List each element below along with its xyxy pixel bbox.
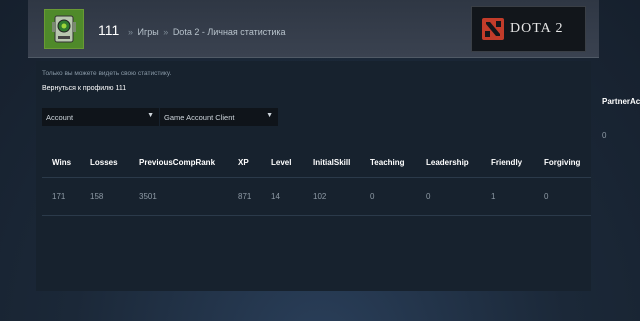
stats-source-value: Game Account Client bbox=[164, 113, 235, 122]
table-cell-partner-ac: 0 bbox=[602, 131, 607, 140]
breadcrumb-game-stats[interactable]: Dota 2 - Личная статистика bbox=[173, 27, 286, 37]
column-header-forgiving: Forgiving bbox=[544, 158, 581, 167]
header-divider bbox=[42, 177, 591, 178]
avatar-robot-icon bbox=[45, 10, 83, 48]
column-header-leadership: Leadership bbox=[426, 158, 469, 167]
chevron-down-icon: ▼ bbox=[147, 112, 154, 119]
profile-name[interactable]: 111 bbox=[98, 22, 119, 38]
breadcrumb-separator: » bbox=[128, 27, 134, 37]
column-header-level: Level bbox=[271, 158, 292, 167]
dota-logo-icon bbox=[482, 18, 504, 40]
avatar[interactable] bbox=[44, 9, 84, 49]
breadcrumb: » Игры » Dota 2 - Личная статистика bbox=[126, 27, 286, 37]
column-header-xp: XP bbox=[238, 158, 249, 167]
game-logo[interactable]: DOTA 2 bbox=[471, 6, 586, 52]
table-cell-teaching: 0 bbox=[370, 192, 375, 201]
game-logo-text: DOTA 2 bbox=[510, 21, 564, 36]
chevron-down-icon: ▼ bbox=[266, 112, 273, 119]
table-cell-level: 14 bbox=[271, 192, 280, 201]
stats-scope-value: Account bbox=[46, 113, 74, 122]
table-cell-forgiving: 0 bbox=[544, 192, 549, 201]
column-header-previous-comp-rank: PreviousCompRank bbox=[139, 158, 216, 167]
table-cell-friendly: 1 bbox=[491, 192, 496, 201]
table-cell-leadership: 0 bbox=[426, 192, 431, 201]
row-divider bbox=[42, 215, 591, 216]
breadcrumb-games[interactable]: Игры bbox=[138, 27, 159, 37]
table-cell-previous-comp-rank: 3501 bbox=[139, 192, 157, 201]
column-header-friendly: Friendly bbox=[491, 158, 523, 167]
breadcrumb-separator: » bbox=[163, 27, 169, 37]
column-header-wins: Wins bbox=[52, 158, 72, 167]
table-cell-initial-skill: 102 bbox=[313, 192, 327, 201]
back-to-profile-link[interactable]: Вернуться к профилю 111 bbox=[42, 85, 126, 92]
table-cell-losses: 158 bbox=[90, 192, 104, 201]
column-header-losses: Losses bbox=[90, 158, 118, 167]
column-header-partner-ac: PartnerAc bbox=[602, 97, 640, 106]
column-header-initial-skill: InitialSkill bbox=[313, 158, 351, 167]
profile-header: 111 » Игры » Dota 2 - Личная статистика … bbox=[28, 0, 599, 58]
stats-scope-select[interactable]: Account ▼ bbox=[42, 108, 159, 126]
stats-panel: Только вы можете видеть свою статистику.… bbox=[36, 61, 591, 291]
table-cell-xp: 871 bbox=[238, 192, 252, 201]
table-cell-wins: 171 bbox=[52, 192, 66, 201]
column-header-teaching: Teaching bbox=[370, 158, 405, 167]
privacy-notice: Только вы можете видеть свою статистику. bbox=[42, 70, 172, 77]
stats-source-select[interactable]: Game Account Client ▼ bbox=[160, 108, 278, 126]
